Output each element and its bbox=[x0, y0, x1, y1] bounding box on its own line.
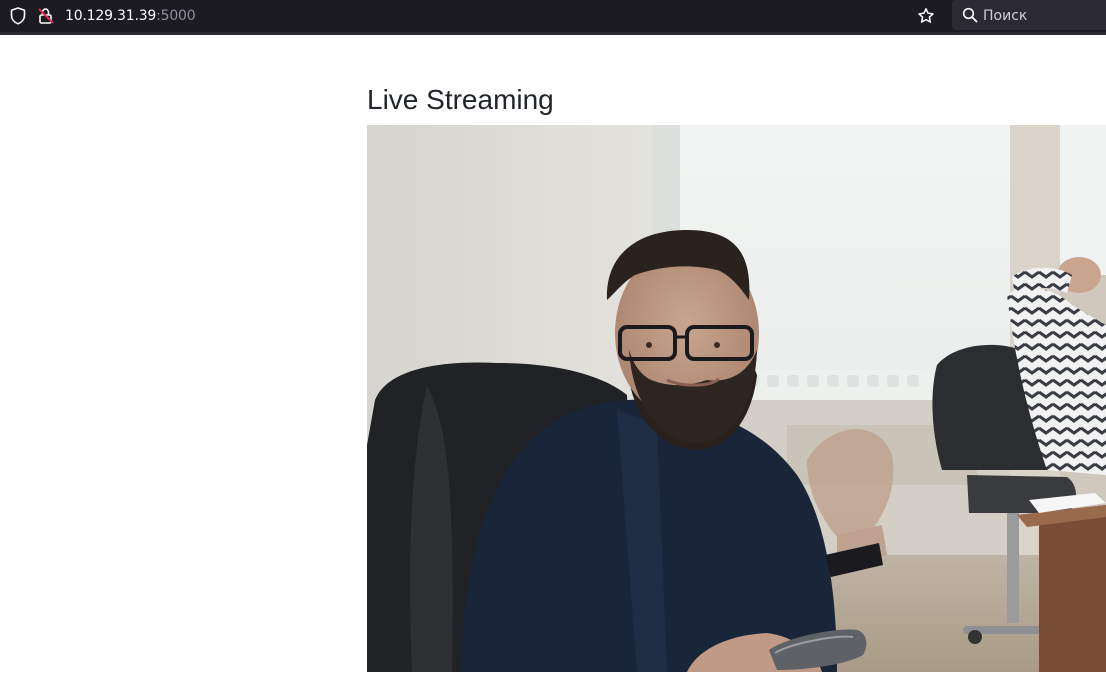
url-port: :5000 bbox=[156, 8, 196, 24]
page-title: Live Streaming bbox=[367, 84, 554, 115]
url-bar[interactable]: 10.129.31.39:5000 bbox=[0, 0, 942, 32]
insecure-lock-icon[interactable] bbox=[36, 6, 56, 26]
search-icon bbox=[960, 5, 980, 25]
camera-frame-image bbox=[367, 125, 1106, 672]
star-icon[interactable] bbox=[916, 6, 936, 26]
search-placeholder: Поиск bbox=[983, 8, 1028, 24]
search-bar[interactable]: Поиск bbox=[952, 0, 1106, 30]
browser-toolbar: 10.129.31.39:5000 Поиск bbox=[0, 0, 1106, 35]
shield-icon[interactable] bbox=[8, 6, 28, 26]
video-stream bbox=[367, 125, 1106, 672]
url-text[interactable]: 10.129.31.39:5000 bbox=[65, 7, 196, 25]
page-content: Live Streaming bbox=[0, 35, 1106, 680]
url-host: 10.129.31.39 bbox=[65, 8, 157, 24]
